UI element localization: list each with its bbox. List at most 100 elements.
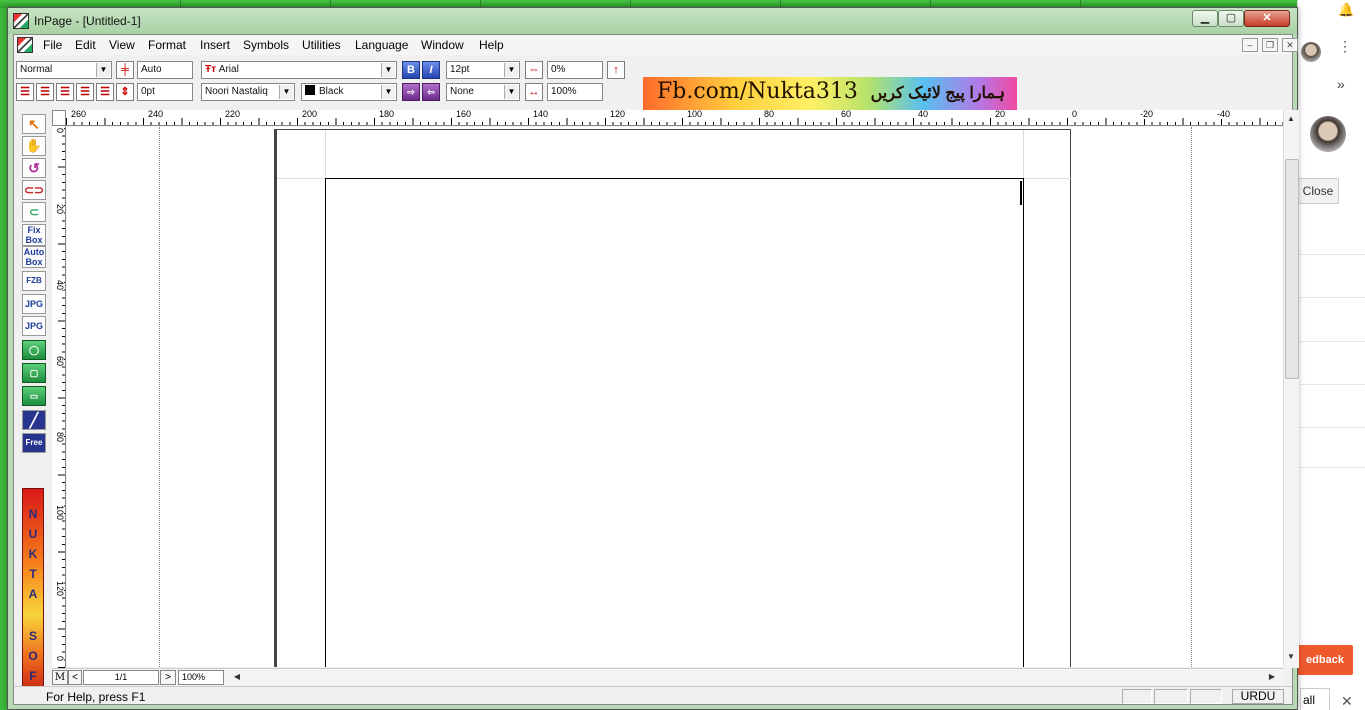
font-size-select[interactable]: 12pt ▼: [446, 61, 520, 79]
close-button[interactable]: ✕: [1244, 10, 1290, 27]
menu-format[interactable]: Format: [148, 38, 186, 52]
pointer-tool-icon[interactable]: ↖: [22, 114, 46, 134]
menu-symbols[interactable]: Symbols: [243, 38, 289, 52]
tracking-icon[interactable]: ⇔: [525, 61, 543, 79]
hand-tool-icon[interactable]: ✋: [22, 136, 46, 156]
mdi-close-button[interactable]: ✕: [1282, 38, 1298, 52]
document-canvas[interactable]: [67, 127, 1283, 667]
chevron-down-icon[interactable]: ▼: [504, 85, 518, 99]
align-right-icon[interactable]: ☰: [16, 83, 34, 101]
vertical-ruler[interactable]: 0 20 40 60 80 100 120 0: [52, 126, 66, 668]
maximize-button[interactable]: ▢: [1218, 10, 1244, 27]
chevron-down-icon[interactable]: ▼: [504, 63, 518, 77]
horizontal-scale-icon[interactable]: ↔: [525, 83, 543, 101]
freehand-tool-icon[interactable]: Free: [22, 433, 46, 453]
ellipse-tool-icon[interactable]: ◯: [22, 340, 46, 360]
brand-letter: N: [28, 507, 38, 521]
previous-page-button[interactable]: <: [68, 670, 82, 685]
justify-icon[interactable]: ☰: [76, 83, 94, 101]
avatar[interactable]: [1301, 42, 1321, 62]
jpg-picture-frame-tool-icon[interactable]: JPG: [22, 316, 46, 336]
master-page-button[interactable]: M: [52, 670, 68, 685]
ruler-tick-label: -40: [1216, 109, 1232, 119]
chevron-down-icon[interactable]: ▼: [381, 63, 395, 77]
scale-field[interactable]: 100%: [547, 83, 603, 101]
color-select[interactable]: Black ▼: [301, 83, 397, 101]
background-all-tab[interactable]: all: [1300, 688, 1330, 710]
document-icon[interactable]: [17, 37, 33, 53]
bold-button[interactable]: B: [402, 61, 420, 79]
rotate-tool-icon[interactable]: ↺: [22, 158, 46, 178]
horizontal-ruler[interactable]: 260 240 220 200 180 160 140 120 100 80 6…: [66, 110, 1288, 126]
menu-language[interactable]: Language: [355, 38, 408, 52]
double-chevron-right-icon[interactable]: »: [1337, 76, 1345, 92]
zoom-field[interactable]: 100%: [178, 670, 224, 685]
guide-line: [1191, 127, 1192, 667]
inpage-app-icon[interactable]: [13, 13, 29, 29]
document-page[interactable]: [274, 129, 1071, 667]
menu-help[interactable]: Help: [479, 38, 504, 52]
more-options-icon[interactable]: ⋮: [1338, 39, 1352, 53]
promo-banner[interactable]: Fb.com/Nukta313 ہمارا پیج لائیک کریں: [643, 77, 1017, 110]
menu-insert[interactable]: Insert: [200, 38, 230, 52]
scroll-right-icon[interactable]: ▶: [1265, 672, 1279, 681]
ruler-tick-label: 100: [55, 505, 65, 521]
ruler-origin[interactable]: [52, 110, 66, 126]
ruler-tick-label: 80: [55, 432, 65, 443]
menu-file[interactable]: File: [43, 38, 62, 52]
tracking-field[interactable]: 0%: [547, 61, 603, 79]
leading-icon[interactable]: ╪: [116, 61, 134, 79]
urdu-font-select[interactable]: Noori Nastaliq ▼: [201, 83, 295, 101]
page-number-field[interactable]: 1/1: [83, 670, 159, 685]
link-tool-icon[interactable]: ⊂⊃: [22, 180, 46, 200]
direction-rtl-icon[interactable]: ⇨: [402, 83, 420, 101]
close-icon[interactable]: ✕: [1341, 693, 1353, 710]
leading-field[interactable]: Auto: [137, 61, 193, 79]
background-close-button[interactable]: Close: [1297, 178, 1339, 204]
leading-value: Auto: [141, 64, 162, 75]
line-tool-icon[interactable]: ╱: [22, 410, 46, 430]
title-bar[interactable]: InPage - [Untitled-1] ▁ ▢ ✕: [8, 8, 1297, 34]
paragraph-space-icon[interactable]: ⇕: [116, 83, 134, 101]
scroll-down-icon[interactable]: ▼: [1284, 652, 1298, 661]
chevron-down-icon[interactable]: ▼: [279, 85, 293, 99]
urdu-font-value: Noori Nastaliq: [205, 86, 268, 97]
bell-icon[interactable]: 🔔: [1338, 2, 1354, 18]
menu-edit[interactable]: Edit: [75, 38, 96, 52]
brand-letter: T: [29, 567, 37, 581]
rectangle-tool-icon[interactable]: ▭: [22, 386, 46, 406]
next-page-button[interactable]: >: [160, 670, 176, 685]
shade-select[interactable]: None ▼: [446, 83, 520, 101]
menu-view[interactable]: View: [109, 38, 135, 52]
align-left-icon[interactable]: ☰: [56, 83, 74, 101]
unlink-tool-icon[interactable]: ⊂ ⊃: [22, 202, 46, 222]
menu-utilities[interactable]: Utilities: [302, 38, 341, 52]
jpg-picture-tool-icon[interactable]: JPG: [22, 294, 46, 314]
rounded-rect-tool-icon[interactable]: ▢: [22, 363, 46, 383]
fix-box-tool[interactable]: Fix Box: [22, 224, 46, 246]
direction-ltr-icon[interactable]: ⇦: [422, 83, 440, 101]
scroll-left-icon[interactable]: ◀: [230, 672, 244, 681]
feedback-button[interactable]: edback: [1297, 645, 1353, 675]
vertical-scrollbar[interactable]: ▲ ▼: [1283, 110, 1299, 668]
ruler-tick-label: 80: [763, 109, 776, 119]
mdi-minimize-button[interactable]: –: [1242, 38, 1258, 52]
chevron-down-icon[interactable]: ▼: [381, 85, 395, 99]
vertical-scroll-thumb[interactable]: [1285, 159, 1299, 379]
indent-field[interactable]: 0pt: [137, 83, 193, 101]
justify-all-icon[interactable]: ☰: [96, 83, 114, 101]
scroll-up-icon[interactable]: ▲: [1284, 114, 1298, 123]
horizontal-scrollbar[interactable]: M < 1/1 > 100% ◀ ▶: [52, 668, 1283, 685]
minimize-button[interactable]: ▁: [1192, 10, 1218, 27]
baseline-up-icon[interactable]: ↑: [607, 61, 625, 79]
latin-font-select[interactable]: Ŧт Arial ▼: [201, 61, 397, 79]
fzb-tool-icon[interactable]: FZB: [22, 271, 46, 291]
align-center-icon[interactable]: ☰: [36, 83, 54, 101]
mdi-restore-button[interactable]: ❐: [1262, 38, 1278, 52]
auto-box-tool[interactable]: Auto Box: [22, 246, 46, 268]
italic-button[interactable]: I: [422, 61, 440, 79]
menu-window[interactable]: Window: [421, 38, 464, 52]
chevron-down-icon[interactable]: ▼: [96, 63, 110, 77]
style-select[interactable]: Normal ▼: [16, 61, 112, 79]
text-frame[interactable]: [325, 178, 1024, 667]
